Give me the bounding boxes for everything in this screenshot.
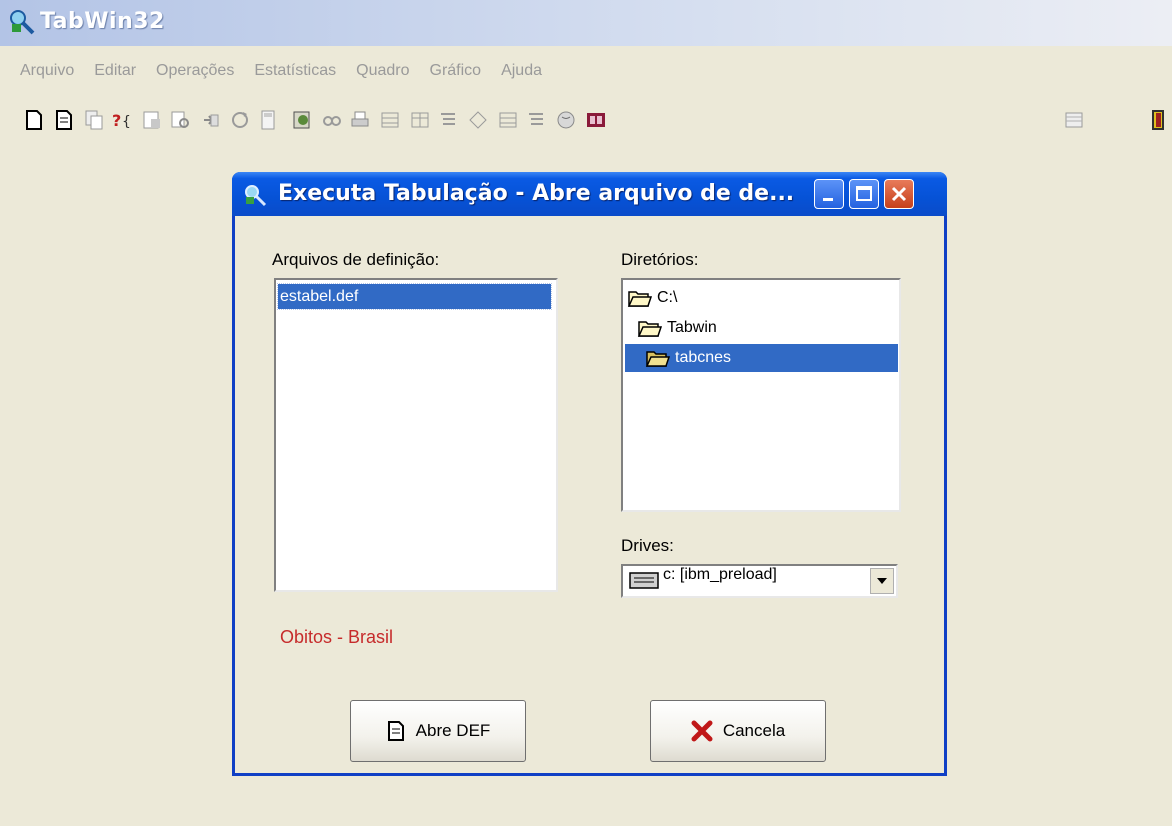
menu-operacoes[interactable]: Operações — [146, 56, 244, 86]
new-document-icon[interactable] — [22, 108, 46, 132]
open-folder-icon — [627, 291, 653, 307]
open-document-icon — [387, 721, 404, 741]
table-grid-icon[interactable] — [408, 108, 432, 132]
toolbar: ?{ — [0, 100, 1172, 140]
table-alt-icon[interactable] — [496, 108, 520, 132]
menu-quadro[interactable]: Quadro — [346, 56, 419, 86]
exit-door-icon[interactable] — [1146, 108, 1170, 132]
menu-ajuda[interactable]: Ajuda — [491, 56, 552, 86]
hard-drive-icon — [629, 572, 659, 589]
directory-item-root[interactable]: C:\ — [625, 284, 898, 312]
directory-item-tabwin[interactable]: Tabwin — [625, 314, 898, 342]
table-icon[interactable] — [378, 108, 402, 132]
search-document-icon[interactable] — [168, 108, 192, 132]
drives-select[interactable]: c: [ibm_preload] — [621, 564, 898, 598]
chart-icon[interactable] — [466, 108, 490, 132]
menu-bar: Arquivo Editar Operações Estatísticas Qu… — [0, 56, 1172, 86]
directory-label: C:\ — [657, 289, 678, 306]
definition-description: Obitos - Brasil — [280, 627, 394, 647]
menu-arquivo[interactable]: Arquivo — [0, 56, 84, 86]
minimize-button[interactable] — [814, 179, 844, 209]
open-definition-dialog: Executa Tabulação - Abre arquivo de de..… — [232, 172, 947, 776]
menu-editar[interactable]: Editar — [84, 56, 146, 86]
directory-label: Tabwin — [667, 319, 717, 336]
list-item[interactable]: estabel.def — [277, 283, 552, 310]
directory-item-tabcnes[interactable]: tabcnes — [625, 344, 898, 372]
minimize-icon — [823, 198, 833, 201]
dropdown-button[interactable] — [870, 568, 894, 594]
close-icon — [891, 186, 907, 202]
open-document-icon[interactable] — [52, 108, 76, 132]
open-def-button[interactable]: Abre DEF — [350, 700, 526, 762]
refresh-icon[interactable] — [228, 108, 252, 132]
files-listbox[interactable]: estabel.def — [274, 278, 558, 592]
preview-icon[interactable] — [320, 108, 344, 132]
directory-label: tabcnes — [675, 349, 732, 366]
globe-icon[interactable] — [554, 108, 578, 132]
chevron-down-icon — [877, 578, 887, 584]
svg-text:{: { — [122, 114, 131, 130]
open-folder-icon — [637, 321, 663, 337]
tabwin-app-icon — [10, 10, 35, 35]
help-icon[interactable]: ?{ — [110, 108, 134, 132]
book-icon[interactable] — [584, 108, 608, 132]
paint-document-icon[interactable] — [290, 108, 314, 132]
open-folder-icon — [645, 351, 671, 367]
dialog-title-bar[interactable]: Executa Tabulação - Abre arquivo de de..… — [232, 172, 947, 216]
copy-document-icon[interactable] — [82, 108, 106, 132]
directories-listbox[interactable]: C:\ Tabwin tabcnes — [621, 278, 901, 512]
app-title-bar[interactable]: TabWin32 — [0, 0, 1172, 46]
app-title: TabWin32 — [40, 9, 165, 34]
svg-text:?: ? — [112, 111, 121, 130]
drive-value: c: [ibm_preload] — [663, 566, 777, 583]
cancel-label: Cancela — [722, 721, 786, 740]
menu-estatisticas[interactable]: Estatísticas — [244, 56, 346, 86]
maximize-button[interactable] — [849, 179, 879, 209]
directories-label: Diretórios: — [621, 250, 699, 269]
grid-icon[interactable] — [1062, 108, 1086, 132]
list-icon[interactable] — [436, 108, 460, 132]
drives-label: Drives: — [621, 536, 674, 555]
calculator-icon[interactable] — [256, 108, 280, 132]
list-alt-icon[interactable] — [524, 108, 548, 132]
open-def-label: Abre DEF — [415, 721, 491, 740]
dialog-app-icon — [245, 185, 267, 207]
menu-grafico[interactable]: Gráfico — [420, 56, 492, 86]
cancel-button[interactable]: Cancela — [650, 700, 826, 762]
cancel-x-icon — [691, 720, 713, 742]
print-icon[interactable] — [348, 108, 372, 132]
maximize-icon — [856, 186, 872, 201]
close-button[interactable] — [884, 179, 914, 209]
document-tools-icon[interactable] — [140, 108, 164, 132]
import-icon[interactable] — [198, 108, 222, 132]
dialog-title: Executa Tabulação - Abre arquivo de de..… — [278, 181, 795, 206]
files-label: Arquivos de definição: — [272, 250, 440, 269]
